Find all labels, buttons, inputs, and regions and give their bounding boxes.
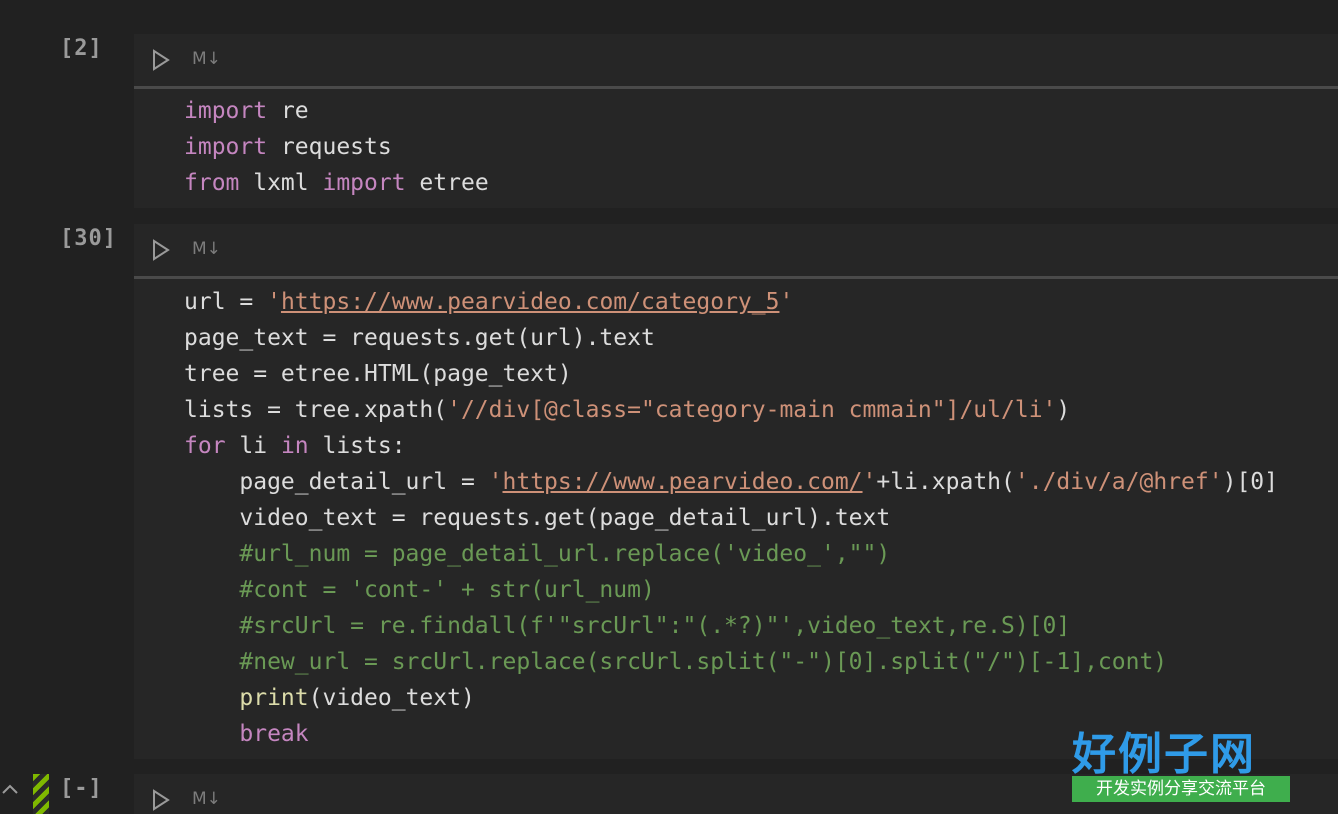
markdown-toggle-button[interactable]: M↓ <box>192 239 221 259</box>
collapse-chevron-icon[interactable] <box>0 780 20 800</box>
code-line: video_text = requests.get(page_detail_ur… <box>184 505 891 531</box>
watermark-logo: 好例子网 开发实例分享交流平台 <box>1072 718 1294 806</box>
code-line: for li in lists: <box>184 433 406 459</box>
code-line: url = 'https://www.pearvideo.com/categor… <box>184 289 794 315</box>
run-icon[interactable] <box>148 788 172 812</box>
code-line: print(video_text) <box>239 685 475 711</box>
cell-toolbar: M↓ <box>134 224 1338 276</box>
code-line: tree = etree.HTML(page_text) <box>184 361 572 387</box>
url-link[interactable]: https://www.pearvideo.com/ <box>503 469 863 495</box>
code-line: page_detail_url = 'https://www.pearvideo… <box>184 469 1278 495</box>
code-comment: #cont = 'cont-' + str(url_num) <box>184 577 655 603</box>
code-comment: #url_num = page_detail_url.replace('vide… <box>184 541 891 567</box>
url-link[interactable]: https://www.pearvideo.com/category_5 <box>281 289 780 315</box>
execution-count: [-] <box>60 776 103 801</box>
logo-subtitle: 开发实例分享交流平台 <box>1072 776 1290 802</box>
logo-title: 好例子网 <box>1072 729 1256 780</box>
execution-count: [30] <box>60 226 117 251</box>
code-line: lists = tree.xpath('//div[@class="catego… <box>184 397 1071 423</box>
markdown-toggle-button[interactable]: M↓ <box>192 789 221 809</box>
notebook-page: [2] M↓ import re import requests from lx… <box>0 0 1338 814</box>
code-editor[interactable]: url = 'https://www.pearvideo.com/categor… <box>134 279 1338 759</box>
code-line: page_text = requests.get(url).text <box>184 325 655 351</box>
run-icon[interactable] <box>148 238 172 262</box>
code-cell-2[interactable]: [30] M↓ url = 'https://www.pearvideo.com… <box>0 0 1338 760</box>
code-comment: #new_url = srcUrl.replace(srcUrl.split("… <box>184 649 1168 675</box>
code-line: break <box>239 721 309 747</box>
running-indicator <box>33 774 49 814</box>
code-comment: #srcUrl = re.findall(f'"srcUrl":"(.*?)"'… <box>184 613 1071 639</box>
